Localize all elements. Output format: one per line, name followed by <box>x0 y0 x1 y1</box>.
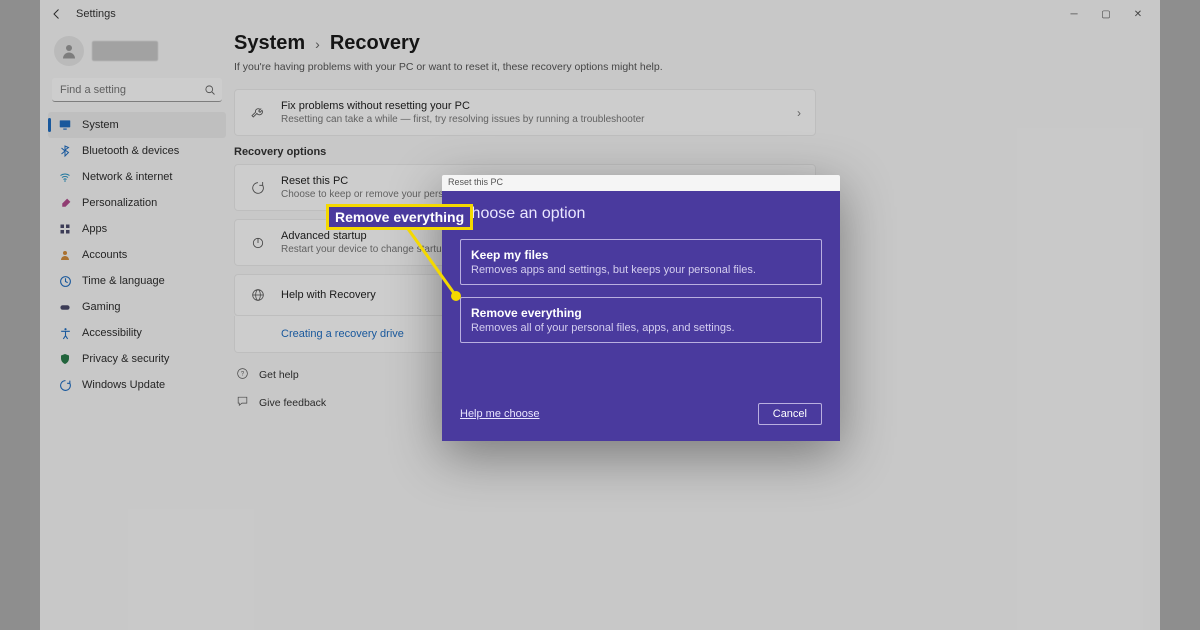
sidebar-item-label: Personalization <box>82 197 157 209</box>
sidebar-item-label: Gaming <box>82 301 121 313</box>
search-input[interactable] <box>52 78 222 102</box>
reset-pc-dialog: Reset this PC Choose an option Keep my f… <box>442 175 840 441</box>
sidebar-item-label: Accessibility <box>82 327 142 339</box>
sidebar-item-label: Network & internet <box>82 171 172 183</box>
sidebar: System Bluetooth & devices Network & inter… <box>48 28 226 622</box>
sidebar-item-bluetooth-devices[interactable]: Bluetooth & devices <box>48 138 226 164</box>
search-box[interactable] <box>52 78 222 102</box>
dialog-heading: Choose an option <box>460 205 822 223</box>
chevron-right-icon: › <box>315 36 320 52</box>
back-button[interactable] <box>46 3 68 25</box>
monitor-icon <box>58 118 72 132</box>
accessibility-icon <box>58 326 72 340</box>
page-subtitle: If you're having problems with your PC o… <box>234 61 1152 73</box>
sidebar-item-windows-update[interactable]: Windows Update <box>48 372 226 398</box>
sidebar-item-personalization[interactable]: Personalization <box>48 190 226 216</box>
sidebar-item-label: System <box>82 119 119 131</box>
wrench-icon <box>249 105 267 121</box>
globe-icon <box>249 287 267 303</box>
power-icon <box>249 235 267 251</box>
option-sub: Removes all of your personal files, apps… <box>471 322 811 334</box>
callout-dot-icon <box>451 291 461 301</box>
breadcrumb: System › Recovery <box>234 32 1152 55</box>
callout-label: Remove everything <box>326 204 473 230</box>
grid-icon <box>58 222 72 236</box>
option-remove-everything[interactable]: Remove everything Removes all of your pe… <box>460 297 822 343</box>
sidebar-item-label: Time & language <box>82 275 165 287</box>
link-label: Get help <box>259 369 299 381</box>
cancel-button[interactable]: Cancel <box>758 403 822 425</box>
sidebar-item-system[interactable]: System <box>48 112 226 138</box>
titlebar: Settings ─ ▢ ✕ <box>40 0 1160 28</box>
dialog-titlebar: Reset this PC <box>442 175 840 191</box>
user-name-redacted <box>92 41 158 61</box>
user-block[interactable] <box>48 30 226 78</box>
sidebar-item-label: Privacy & security <box>82 353 169 365</box>
wifi-icon <box>58 170 72 184</box>
sidebar-item-label: Bluetooth & devices <box>82 145 179 157</box>
sidebar-item-privacy-security[interactable]: Privacy & security <box>48 346 226 372</box>
update-icon <box>58 378 72 392</box>
sidebar-item-label: Accounts <box>82 249 127 261</box>
person-icon <box>58 248 72 262</box>
help-icon: ? <box>236 367 249 383</box>
option-title: Keep my files <box>471 248 811 262</box>
sidebar-item-gaming[interactable]: Gaming <box>48 294 226 320</box>
search-icon <box>204 83 216 101</box>
sidebar-item-label: Apps <box>82 223 107 235</box>
sidebar-item-apps[interactable]: Apps <box>48 216 226 242</box>
reset-icon <box>249 180 267 196</box>
card-title: Fix problems without resetting your PC <box>281 100 783 112</box>
window-title: Settings <box>76 8 116 20</box>
crumb-parent[interactable]: System <box>234 32 305 55</box>
help-me-choose-link[interactable]: Help me choose <box>460 408 540 420</box>
bluetooth-icon <box>58 144 72 158</box>
sidebar-item-time-language[interactable]: Time & language <box>48 268 226 294</box>
sidebar-item-network-internet[interactable]: Network & internet <box>48 164 226 190</box>
gamepad-icon <box>58 300 72 314</box>
svg-text:?: ? <box>241 372 245 378</box>
shield-icon <box>58 352 72 366</box>
card-fix-problems[interactable]: Fix problems without resetting your PC R… <box>234 89 816 136</box>
section-header: Recovery options <box>234 146 1152 158</box>
brush-icon <box>58 196 72 210</box>
close-button[interactable]: ✕ <box>1122 3 1154 25</box>
link-label: Give feedback <box>259 397 326 409</box>
avatar <box>54 36 84 66</box>
sidebar-item-label: Windows Update <box>82 379 165 391</box>
maximize-button[interactable]: ▢ <box>1090 3 1122 25</box>
crumb-current: Recovery <box>330 32 420 55</box>
clock-globe-icon <box>58 274 72 288</box>
feedback-icon <box>236 395 249 411</box>
option-title: Remove everything <box>471 306 811 320</box>
sidebar-item-accounts[interactable]: Accounts <box>48 242 226 268</box>
chevron-right-icon: › <box>797 106 801 120</box>
option-keep-my-files[interactable]: Keep my files Removes apps and settings,… <box>460 239 822 285</box>
sidebar-item-accessibility[interactable]: Accessibility <box>48 320 226 346</box>
option-sub: Removes apps and settings, but keeps you… <box>471 264 811 276</box>
minimize-button[interactable]: ─ <box>1058 3 1090 25</box>
card-sub: Resetting can take a while — first, try … <box>281 114 783 125</box>
